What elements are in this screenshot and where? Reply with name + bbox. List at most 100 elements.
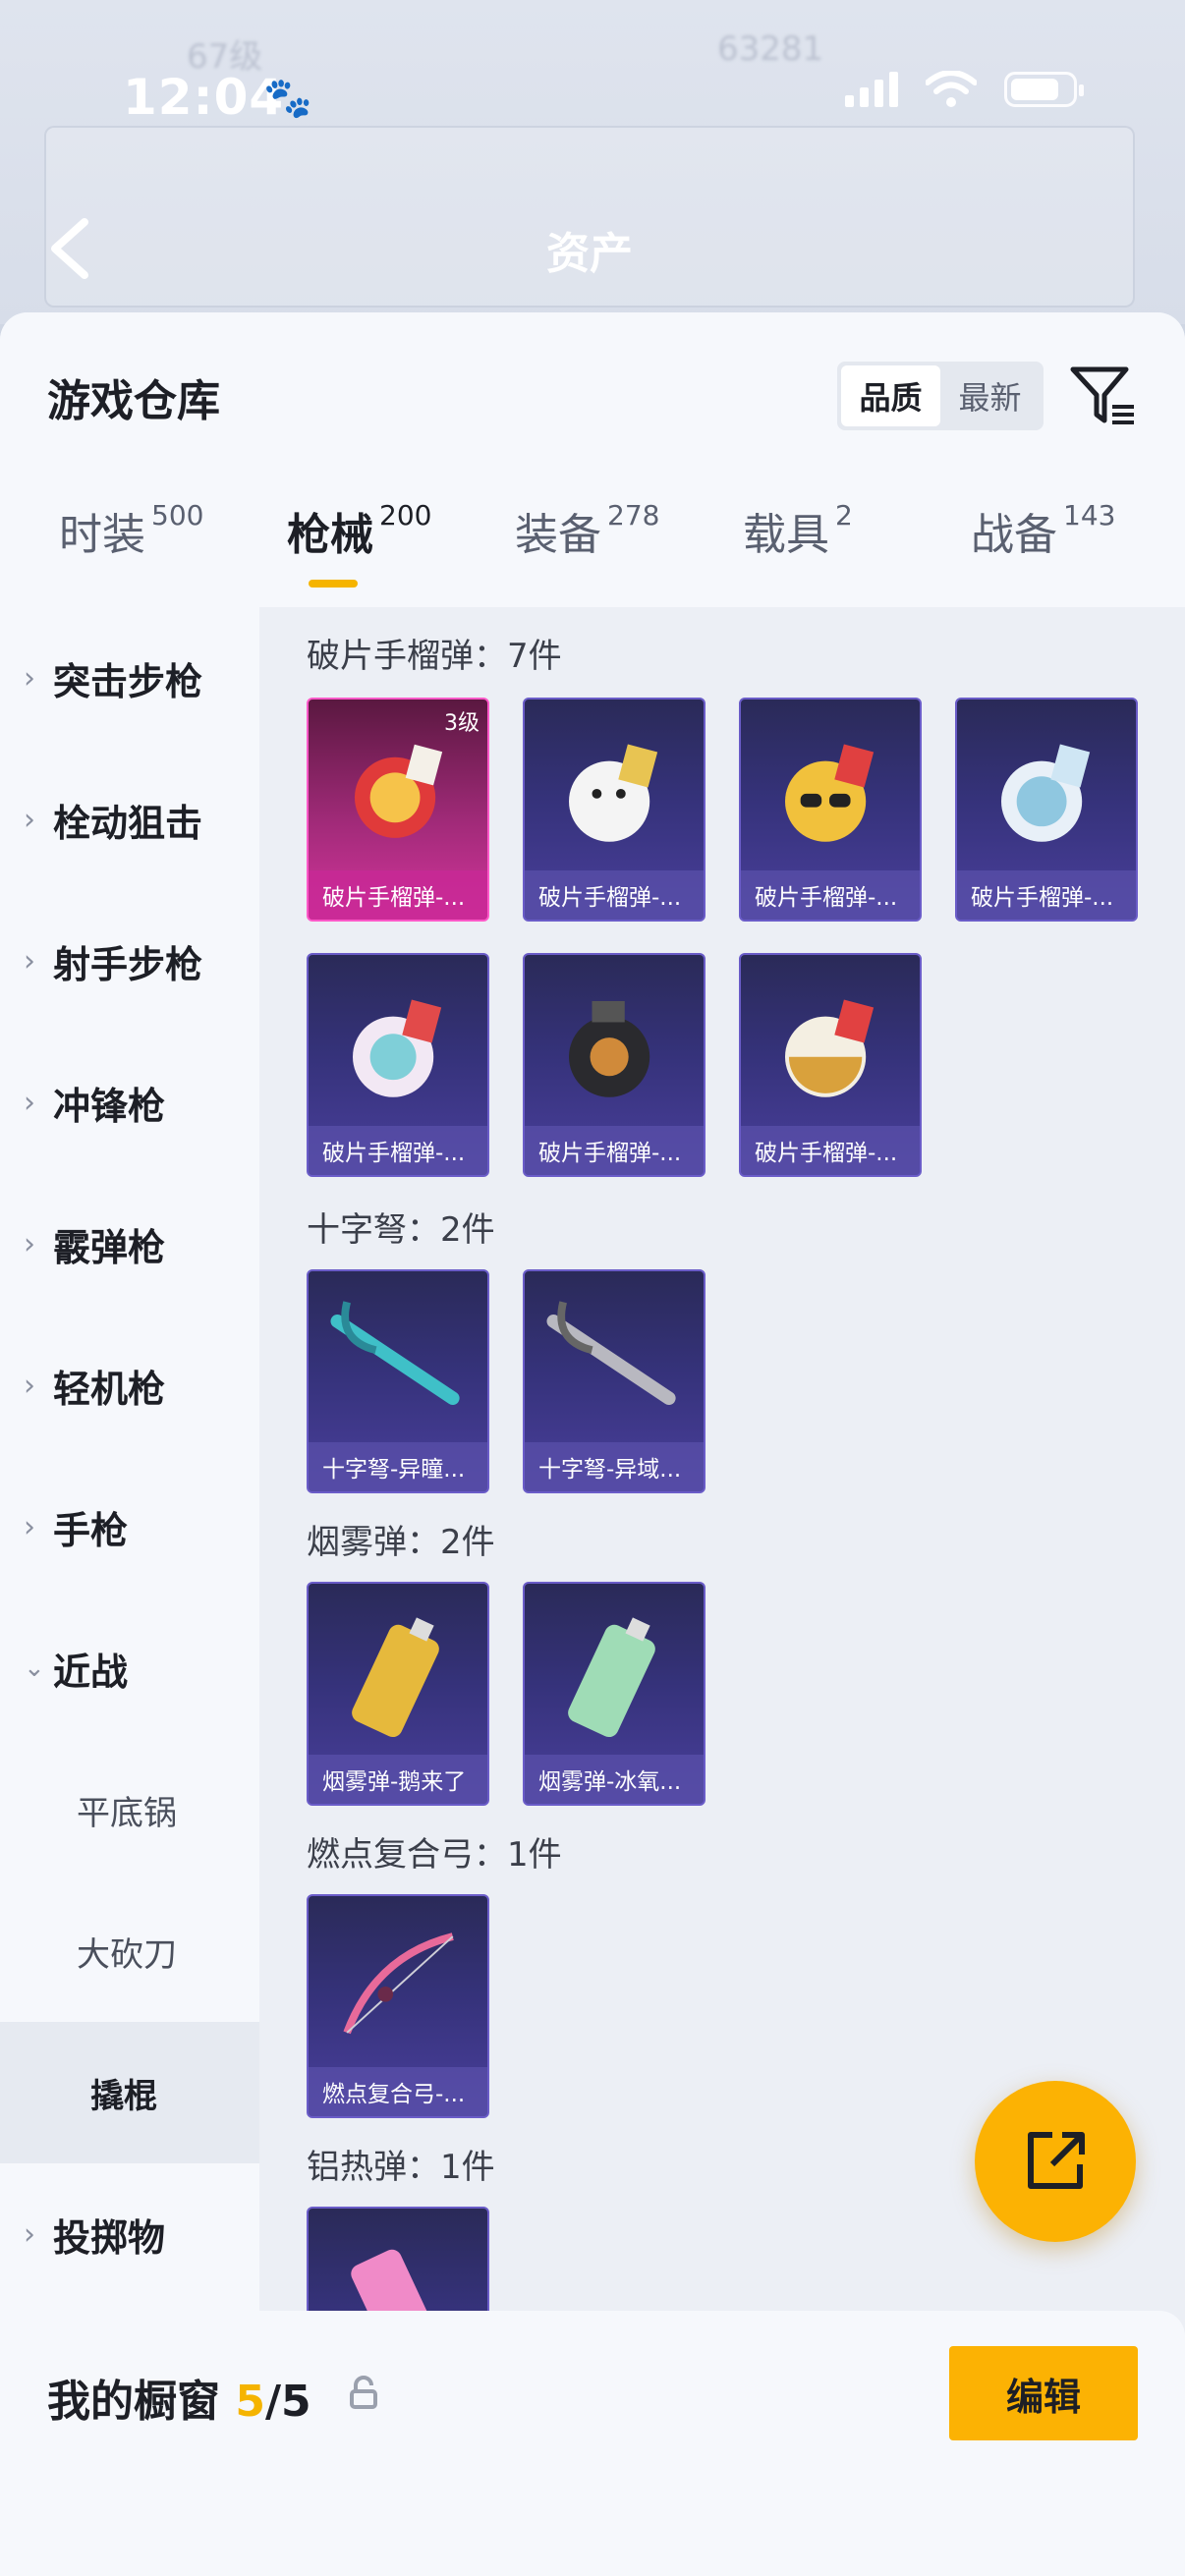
showcase-title: 我的橱窗	[47, 2377, 220, 2427]
sidebar-item-label: 射手步枪	[53, 942, 203, 986]
item-name: 十字弩-异瞳...	[309, 1442, 487, 1491]
sidebar-item-assault-rifle[interactable]: › 突击步枪	[0, 607, 259, 749]
item-name: 破片手榴弹-...	[309, 1126, 487, 1175]
item-name: 破片手榴弹-...	[957, 870, 1136, 920]
tab-firearms[interactable]: 枪械 200	[287, 499, 431, 562]
sidebar-item-smg[interactable]: › 冲锋枪	[0, 1032, 259, 1173]
tab-count: 500	[151, 499, 204, 532]
category-tabs: 时装 500 枪械 200 装备 278 载具 2 战备 143	[0, 499, 1185, 607]
chevron-down-icon: ⌄	[24, 1653, 45, 1683]
page-title: 资产	[546, 229, 633, 279]
sidebar-subitem-machete[interactable]: 大砍刀	[0, 1880, 259, 2022]
sort-toggle: 品质 最新	[837, 362, 1044, 430]
grenade-icon	[569, 1000, 650, 1097]
sidebar-item-pistol[interactable]: › 手枪	[0, 1456, 259, 1597]
share-icon	[1028, 2132, 1085, 2189]
signal-icon	[845, 72, 898, 107]
section-title-thermite: 铝热弹：1件	[307, 2148, 495, 2187]
item-name: 燃点复合弓-...	[309, 2067, 487, 2116]
sidebar-subitem-crowbar[interactable]: 撬棍	[0, 2022, 259, 2163]
section-title-smoke-grenade: 烟雾弹：2件	[307, 1523, 495, 1562]
item-card[interactable]: 烟雾弹-鹅来了	[307, 1582, 489, 1806]
item-card[interactable]: 破片手榴弹-...	[307, 953, 489, 1177]
grenade-icon	[353, 999, 442, 1097]
item-name: 烟雾弹-冰氧...	[525, 1755, 704, 1804]
lock-icon	[350, 2376, 377, 2409]
item-name: 十字弩-异域...	[525, 1442, 704, 1491]
sidebar-item-shotgun[interactable]: › 霰弹枪	[0, 1173, 259, 1315]
sidebar-item-melee[interactable]: ⌄ 近战	[0, 1597, 259, 1739]
chevron-right-icon: ›	[24, 660, 35, 696]
warehouse-sheet: 游戏仓库 品质 最新 时装 500 枪械 200 装备 278 载具 2 战备 …	[0, 312, 1185, 2576]
wifi-icon	[926, 71, 977, 107]
item-name: 破片手榴弹-...	[525, 870, 704, 920]
item-card[interactable]: 破片手榴弹-...	[739, 953, 922, 1177]
item-card[interactable]: 十字弩-异瞳...	[307, 1269, 489, 1493]
tab-count: 2	[835, 499, 853, 532]
sidebar-item-lmg[interactable]: › 轻机枪	[0, 1315, 259, 1456]
item-name: 破片手榴弹-...	[741, 870, 920, 920]
tab-vehicles[interactable]: 载具 2	[743, 499, 853, 562]
grenade-icon	[569, 744, 658, 842]
bow-icon	[343, 1932, 454, 2035]
sidebar-subitem-frying-pan[interactable]: 平底锅	[0, 1739, 259, 1880]
filter-icon[interactable]	[1069, 362, 1138, 430]
item-card[interactable]: 3级 破片手榴弹-...	[307, 698, 489, 922]
sheet-header: 游戏仓库 品质 最新 时装 500 枪械 200 装备 278 载具 2 战备 …	[0, 312, 1185, 607]
sidebar-item-label: 冲锋枪	[53, 1084, 166, 1128]
tab-fashion[interactable]: 时装 500	[59, 499, 203, 562]
sidebar-item-marksman-rifle[interactable]: › 射手步枪	[0, 890, 259, 1032]
tab-combat-gear[interactable]: 战备 143	[971, 499, 1115, 562]
back-icon[interactable]	[41, 216, 100, 281]
chevron-right-icon: ›	[24, 943, 35, 979]
item-name: 破片手榴弹-...	[741, 1126, 920, 1175]
section-title-compound-bow: 燃点复合弓：1件	[307, 1835, 562, 1875]
chevron-right-icon: ›	[24, 2216, 35, 2252]
chevron-right-icon: ›	[24, 802, 35, 837]
background-header: 67级 63281 12:04 🐾 资产	[0, 0, 1185, 324]
share-button[interactable]	[975, 2081, 1136, 2242]
sheet-title: 游戏仓库	[47, 376, 220, 426]
sidebar-item-label: 手枪	[53, 1508, 129, 1552]
sidebar-item-bolt-sniper[interactable]: › 栓动狙击	[0, 749, 259, 890]
status-icons	[845, 71, 1084, 108]
section-title-frag-grenade: 破片手榴弹：7件	[307, 637, 562, 676]
item-card[interactable]: 破片手榴弹-...	[523, 953, 705, 1177]
sidebar-item-label: 大砍刀	[77, 1934, 177, 1975]
sidebar-item-throwables[interactable]: › 投掷物	[0, 2163, 259, 2305]
smoke-grenade-icon	[352, 1617, 439, 1738]
section-title-crossbow: 十字弩：2件	[307, 1210, 495, 1250]
sidebar-item-label: 霰弹枪	[53, 1225, 166, 1269]
item-card[interactable]: 破片手榴弹-...	[523, 698, 705, 922]
item-name: 破片手榴弹-...	[309, 870, 487, 920]
tab-label: 载具	[743, 510, 829, 560]
sidebar-item-label: 撬棍	[90, 2076, 157, 2116]
status-time: 12:04	[123, 69, 285, 126]
sort-newest-button[interactable]: 最新	[940, 365, 1040, 426]
item-name: 破片手榴弹-...	[525, 1126, 704, 1175]
item-card[interactable]: 破片手榴弹-...	[739, 698, 922, 922]
edit-button[interactable]: 编辑	[949, 2346, 1138, 2440]
sidebar-item-label: 栓动狙击	[53, 801, 203, 845]
item-card[interactable]: 烟雾弹-冰氧...	[523, 1582, 705, 1806]
item-card[interactable]: 破片手榴弹-...	[955, 698, 1138, 922]
chevron-right-icon: ›	[24, 1226, 35, 1261]
item-level: 3级	[444, 711, 480, 736]
chevron-right-icon: ›	[24, 1085, 35, 1120]
crossbow-icon	[546, 1301, 676, 1405]
tab-equipment[interactable]: 装备 278	[515, 499, 659, 562]
showcase-label: 我的橱窗 5/5	[47, 2366, 311, 2429]
grenade-icon	[785, 744, 875, 842]
sort-quality-button[interactable]: 品质	[841, 365, 940, 426]
crossbow-icon	[330, 1301, 460, 1405]
tab-label: 时装	[59, 510, 145, 560]
smoke-grenade-icon	[568, 1617, 655, 1738]
grenade-icon	[1001, 744, 1091, 842]
grenade-icon	[785, 999, 875, 1097]
tab-count: 278	[607, 499, 660, 532]
active-tab-indicator	[309, 580, 358, 588]
my-showcase-bar: 我的橱窗 5/5 编辑	[0, 2311, 1185, 2576]
item-card[interactable]: 十字弩-异域...	[523, 1269, 705, 1493]
sidebar-item-label: 轻机枪	[53, 1367, 166, 1411]
item-card[interactable]: 燃点复合弓-...	[307, 1894, 489, 2118]
